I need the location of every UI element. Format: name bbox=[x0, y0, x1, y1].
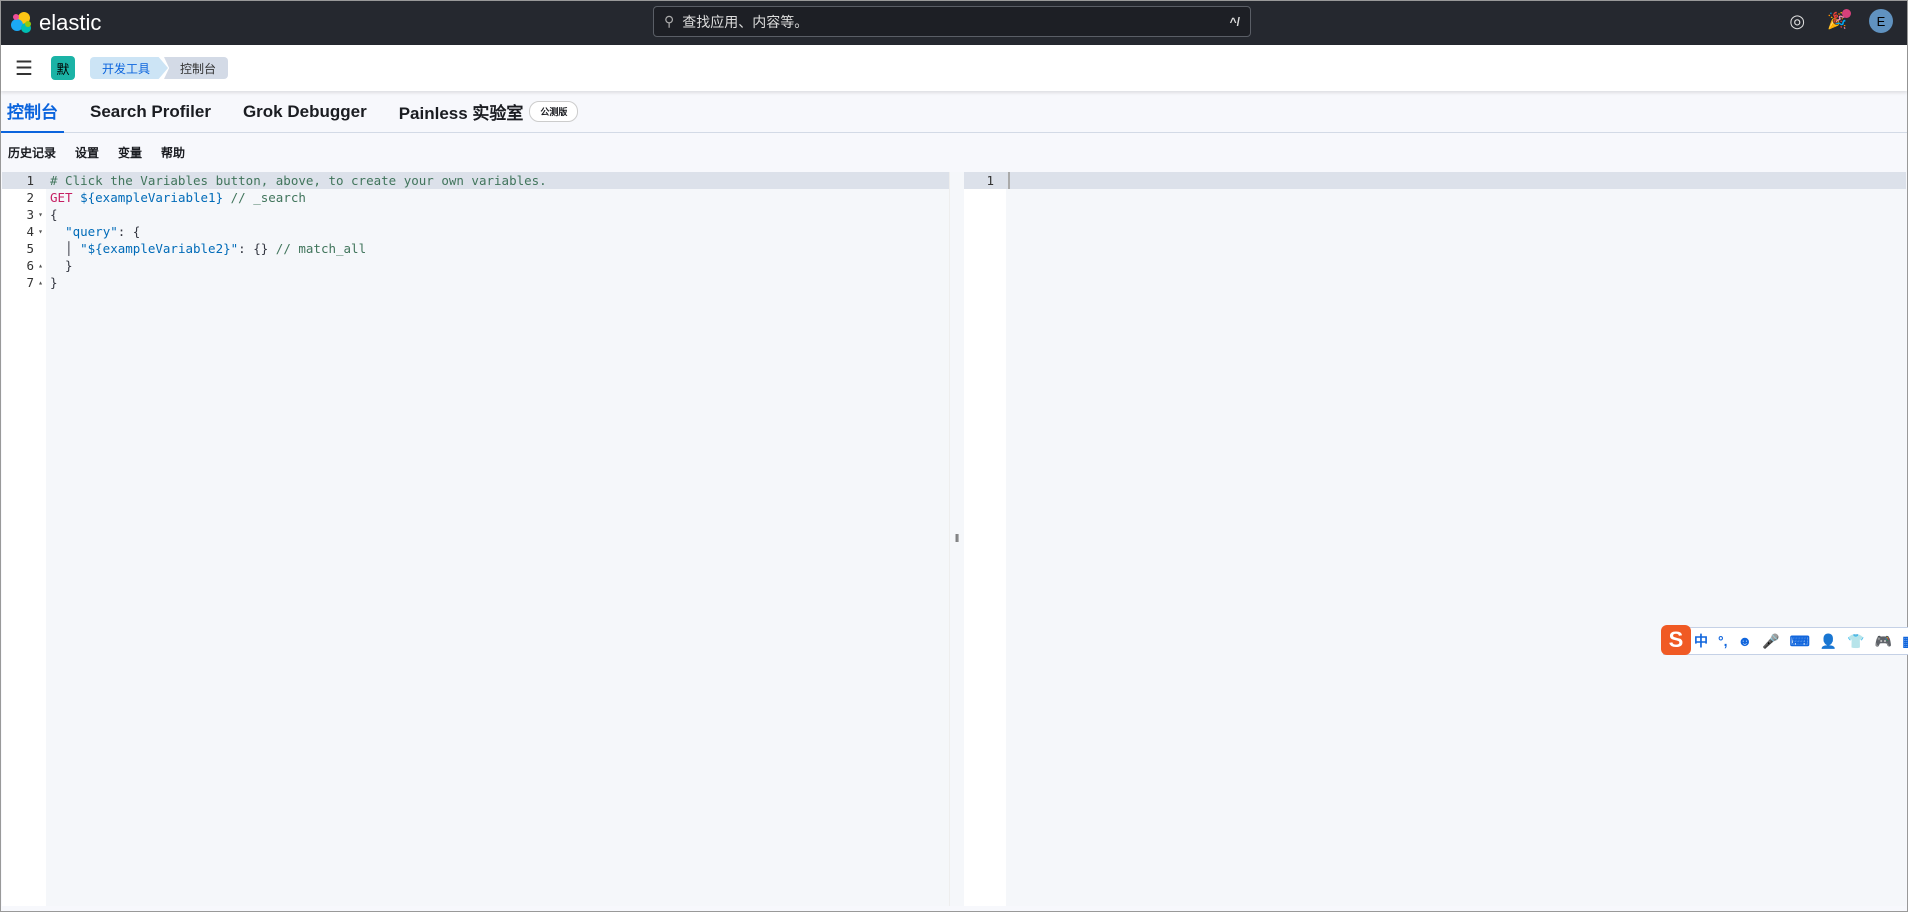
code-token: } bbox=[50, 275, 58, 290]
line-number: 2 bbox=[26, 190, 34, 205]
code-token: { bbox=[50, 207, 58, 222]
code-text: "query": { bbox=[50, 223, 140, 240]
breadcrumb-dev-tools[interactable]: 开发工具 bbox=[90, 57, 169, 79]
search-shortcut: ^/ bbox=[1229, 14, 1240, 29]
menu-icon[interactable]: ☰ bbox=[15, 56, 33, 81]
code-token: GET bbox=[50, 190, 81, 205]
code-token: : { bbox=[117, 224, 141, 239]
space-avatar[interactable]: 默 bbox=[51, 56, 75, 80]
fold-toggle-icon[interactable]: ▾ bbox=[38, 206, 43, 223]
code-token: // match_all bbox=[275, 241, 367, 256]
line-number: 5 bbox=[26, 241, 34, 256]
line-number: 4 ▾ bbox=[26, 223, 43, 240]
code-line: 3 ▾ { bbox=[2, 206, 949, 223]
output-gutter bbox=[964, 172, 1006, 906]
global-search-input[interactable]: ⚲ 查找应用、内容等。 ^/ bbox=[653, 6, 1251, 37]
ime-item[interactable]: 👤 bbox=[1820, 633, 1837, 650]
code-token: "${exampleVariable2}" bbox=[80, 241, 239, 256]
code-token: "query" bbox=[65, 224, 118, 239]
fold-toggle-icon[interactable]: ▾ bbox=[38, 223, 43, 240]
search-placeholder: 查找应用、内容等。 bbox=[682, 13, 809, 30]
tab-console[interactable]: 控制台 bbox=[1, 91, 64, 133]
ime-item[interactable]: °, bbox=[1718, 633, 1728, 649]
code-token: } bbox=[50, 258, 73, 273]
ime-item[interactable]: 🎤 bbox=[1762, 633, 1779, 650]
sogou-logo[interactable]: S bbox=[1661, 625, 1691, 655]
cursor bbox=[1008, 172, 1010, 189]
code-line: 2 GET ${exampleVariable1} // _search bbox=[2, 189, 949, 206]
news-party-icon[interactable]: 🎉 bbox=[1827, 9, 1851, 31]
line-number: 7 ▴ bbox=[26, 274, 43, 291]
code-text: } bbox=[50, 257, 73, 274]
tab-painless-lab[interactable]: Painless 实验室 公测版 bbox=[383, 91, 595, 133]
notification-dot bbox=[1842, 9, 1851, 18]
ime-item[interactable]: 👕 bbox=[1847, 633, 1864, 650]
line-number: 3 ▾ bbox=[26, 206, 43, 223]
code-line: 6 ▴ } bbox=[2, 257, 949, 274]
panel-resize-handle[interactable]: ‖ bbox=[949, 172, 964, 906]
ime-item[interactable]: ⌨ bbox=[1790, 633, 1810, 650]
top-header: elastic ⚲ 查找应用、内容等。 ^/ ◎ 🎉 E bbox=[1, 1, 1907, 45]
code-token: // _search bbox=[223, 190, 306, 205]
tab-label: Painless 实验室 bbox=[398, 104, 524, 123]
elastic-logo[interactable]: elastic bbox=[11, 10, 101, 36]
variables-button[interactable]: 变量 bbox=[118, 144, 142, 161]
line-number: 1 bbox=[26, 173, 34, 188]
breadcrumb-console: 控制台 bbox=[164, 57, 229, 79]
code-line: 5 │ "${exampleVariable2}": {} // match_a… bbox=[2, 240, 949, 257]
tab-search-profiler[interactable]: Search Profiler bbox=[74, 91, 227, 133]
breadcrumb-bar: ☰ 默 开发工具 控制台 bbox=[1, 45, 1907, 91]
help-button[interactable]: 帮助 bbox=[161, 144, 185, 161]
brand-name: elastic bbox=[39, 10, 102, 35]
settings-button[interactable]: 设置 bbox=[75, 144, 99, 161]
ime-item[interactable]: 🎮 bbox=[1875, 633, 1892, 650]
line-number: 6 ▴ bbox=[26, 257, 43, 274]
ime-toolbar: 中 °, ☻ 🎤 ⌨ 👤 👕 🎮 ▦ bbox=[1663, 627, 1908, 655]
history-button[interactable]: 历史记录 bbox=[8, 144, 56, 161]
user-avatar[interactable]: E bbox=[1869, 9, 1893, 33]
code-text: GET ${exampleVariable1} // _search bbox=[50, 189, 306, 206]
code-line: 4 ▾ "query": { bbox=[2, 223, 949, 240]
ime-item[interactable]: ▦ bbox=[1902, 633, 1908, 650]
code-token: │ bbox=[50, 241, 81, 256]
console-toolbar: 历史记录 设置 变量 帮助 bbox=[1, 133, 185, 171]
fold-toggle-icon[interactable]: ▴ bbox=[38, 274, 43, 291]
code-token: : {} bbox=[238, 241, 276, 256]
code-text: } bbox=[50, 274, 58, 291]
code-line: 1 # Click the Variables button, above, to… bbox=[2, 172, 949, 189]
code-token: # Click the Variables button, above, to … bbox=[50, 173, 547, 188]
ime-item[interactable]: 中 bbox=[1694, 631, 1708, 651]
response-editor[interactable]: 1 bbox=[964, 172, 1906, 906]
code-text: # Click the Variables button, above, to … bbox=[50, 172, 547, 189]
tab-grok-debugger[interactable]: Grok Debugger bbox=[227, 91, 383, 133]
output-line: 1 bbox=[964, 172, 1906, 189]
fold-toggle-icon[interactable]: ▴ bbox=[38, 257, 43, 274]
code-line: 7 ▴} bbox=[2, 274, 949, 291]
beta-badge: 公测版 bbox=[529, 101, 579, 122]
code-text: │ "${exampleVariable2}": {} // match_all bbox=[50, 240, 366, 257]
search-icon: ⚲ bbox=[664, 13, 675, 29]
elastic-logo-icon bbox=[11, 12, 31, 33]
ime-item[interactable]: ☻ bbox=[1738, 633, 1753, 649]
code-token: ${exampleVariable1} bbox=[80, 190, 224, 205]
code-text: { bbox=[50, 206, 58, 223]
request-editor[interactable]: 1 # Click the Variables button, above, to… bbox=[2, 172, 949, 906]
help-lifebuoy-icon[interactable]: ◎ bbox=[1789, 11, 1805, 32]
dev-tools-tabs: 控制台 Search Profiler Grok Debugger Painle… bbox=[1, 91, 1907, 133]
line-number: 1 bbox=[986, 173, 994, 188]
